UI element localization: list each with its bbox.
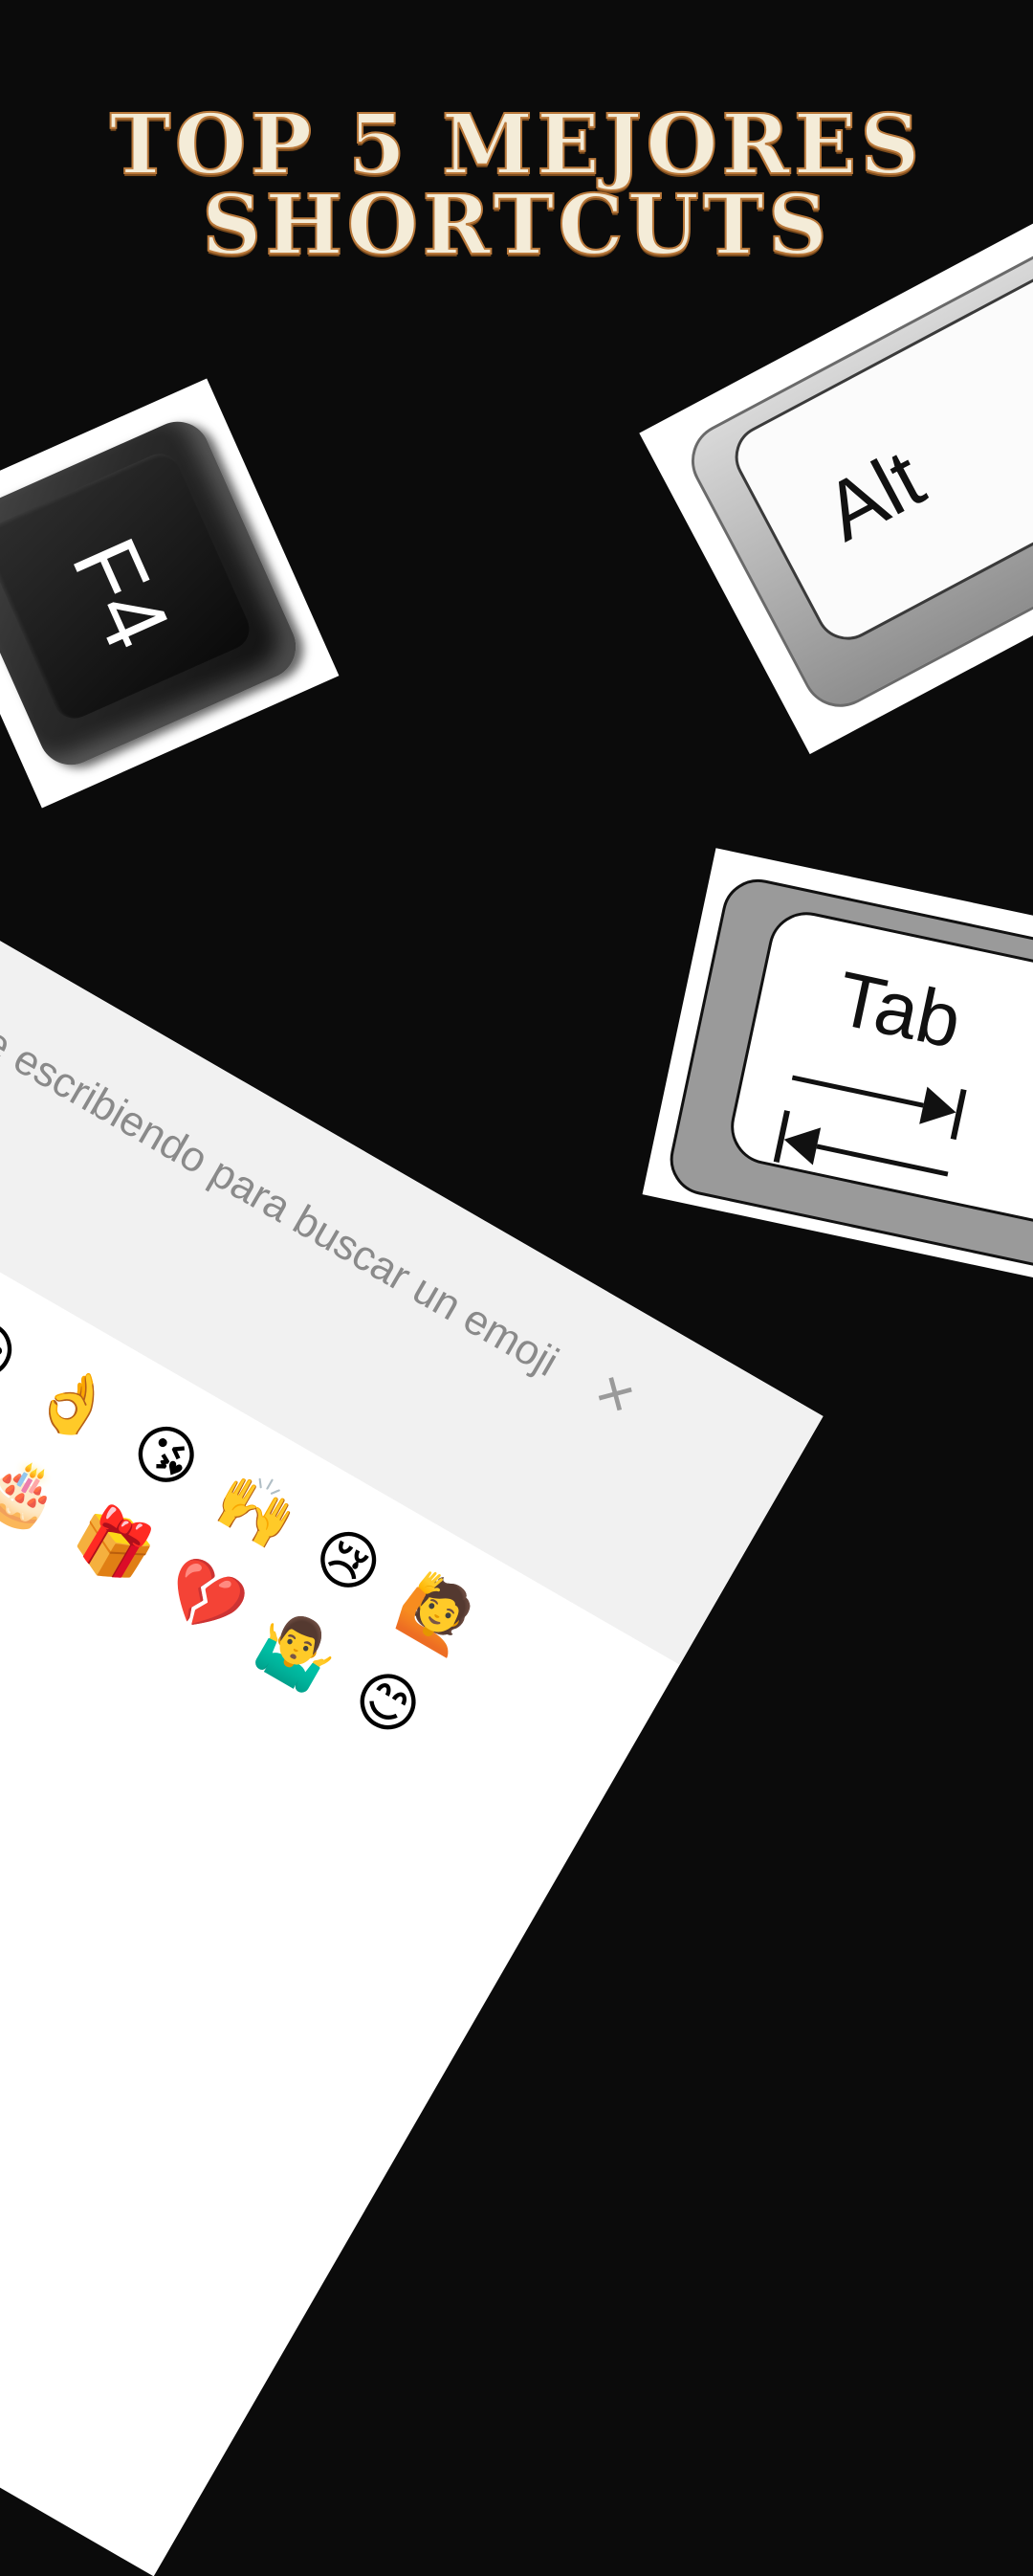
f4-key-image: F4 [0,378,340,809]
f4-key-label: F4 [52,523,190,664]
title-line-2: SHORTCUTS [201,177,831,274]
tab-keycap: Tab [663,872,1033,1280]
f4-keycap-top: F4 [0,447,256,725]
tab-arrows-icon [773,1075,967,1177]
alt-key-image: Alt [639,221,1033,755]
alt-keycap-top: Alt [723,242,1033,652]
title-line-1: TOP 5 MEJORES [109,97,924,193]
alt-key-label: Alt [810,432,938,559]
f4-keycap: F4 [0,411,307,776]
tab-keycap-top: Tab [723,904,1033,1241]
page-title: TOP 5 MEJORES SHORTCUTS [0,97,1033,274]
tab-key-label: Tab [829,955,969,1065]
tab-key-image: Tab [642,848,1033,1286]
alt-keycap: Alt [677,231,1033,721]
close-icon[interactable]: ✕ [584,1363,645,1429]
emoji-search-hint: Emoji: sigue escribiendo para buscar un … [0,919,566,1387]
